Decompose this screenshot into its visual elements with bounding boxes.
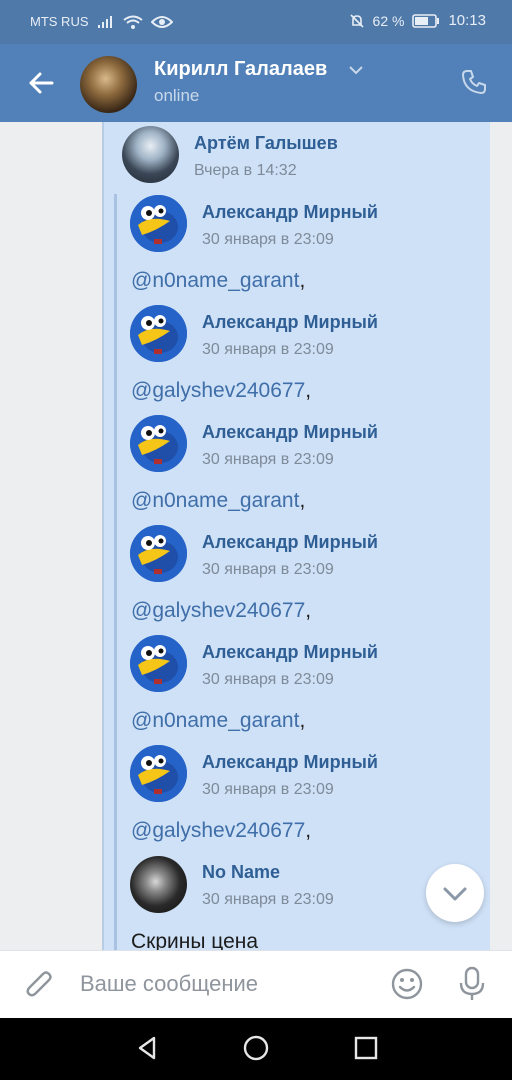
avatar[interactable] xyxy=(80,56,137,113)
message-text: @galyshev240677, xyxy=(131,599,312,622)
forward-line xyxy=(114,194,117,950)
chevron-down-icon[interactable] xyxy=(348,64,364,76)
chat-header: Кирилл Галалаев online xyxy=(0,44,512,122)
nav-home-icon[interactable] xyxy=(242,1034,270,1062)
author-name[interactable]: Артём Галышев xyxy=(194,133,338,154)
system-nav-bar xyxy=(0,1018,512,1080)
message-date: 30 января в 23:09 xyxy=(202,561,334,578)
scroll-down-button[interactable] xyxy=(426,864,484,922)
message-composer: Ваше сообщение xyxy=(0,950,512,1019)
message-date: 30 января в 23:09 xyxy=(202,781,334,798)
avatar[interactable] xyxy=(130,415,187,472)
message-bubble[interactable]: Артём Галышев Вчера в 14:32 Александр Ми… xyxy=(102,122,490,950)
microphone-icon[interactable] xyxy=(456,965,488,1003)
message-text: @n0name_garant, xyxy=(131,709,306,732)
mention-link[interactable]: @galyshev240677 xyxy=(131,379,305,402)
message-date: 30 января в 23:09 xyxy=(202,451,334,468)
avatar[interactable] xyxy=(130,305,187,362)
mention-link[interactable]: @n0name_garant xyxy=(131,709,299,732)
avatar[interactable] xyxy=(130,635,187,692)
message-text: @n0name_garant, xyxy=(131,489,306,512)
phone-icon[interactable] xyxy=(460,68,488,96)
bird-avatar-icon xyxy=(130,305,187,362)
back-arrow-icon[interactable] xyxy=(26,68,56,98)
mention-link[interactable]: @n0name_garant xyxy=(131,269,299,292)
clock: 10:13 xyxy=(448,12,486,29)
author-name[interactable]: Александр Мирный xyxy=(202,202,378,223)
mute-icon xyxy=(349,13,364,28)
author-name[interactable]: Александр Мирный xyxy=(202,422,378,443)
mention-link[interactable]: @n0name_garant xyxy=(131,489,299,512)
bird-avatar-icon xyxy=(130,745,187,802)
message-text: @n0name_garant, xyxy=(131,269,306,292)
author-name[interactable]: Александр Мирный xyxy=(202,312,378,333)
avatar[interactable] xyxy=(122,126,179,183)
paperclip-icon[interactable] xyxy=(24,969,56,1003)
avatar[interactable] xyxy=(130,525,187,582)
author-name[interactable]: Александр Мирный xyxy=(202,532,378,553)
message-date: 30 января в 23:09 xyxy=(202,671,334,688)
status-bar: MTS RUS 62 % 10:13 xyxy=(0,0,512,44)
chat-area[interactable]: Артём Галышев Вчера в 14:32 Александр Ми… xyxy=(0,122,512,950)
nav-recents-icon[interactable] xyxy=(352,1034,380,1062)
carrier-label: MTS RUS xyxy=(30,14,89,29)
avatar[interactable] xyxy=(130,195,187,252)
message-date: Вчера в 14:32 xyxy=(194,162,297,179)
mention-link[interactable]: @galyshev240677 xyxy=(131,819,305,842)
message-date: 30 января в 23:09 xyxy=(202,341,334,358)
battery-icon xyxy=(412,13,440,28)
author-name[interactable]: Александр Мирный xyxy=(202,642,378,663)
signal-icon xyxy=(97,15,112,28)
chevron-down-icon xyxy=(443,887,467,901)
message-date: 30 января в 23:09 xyxy=(202,891,334,908)
message-text: Скрины цена xyxy=(131,930,259,950)
bird-avatar-icon xyxy=(130,415,187,472)
message-text: @galyshev240677, xyxy=(131,819,312,842)
message-text: @galyshev240677, xyxy=(131,379,312,402)
contact-name[interactable]: Кирилл Галалаев xyxy=(154,58,327,81)
nav-back-icon[interactable] xyxy=(134,1034,162,1062)
author-name[interactable]: No Name xyxy=(202,862,280,883)
battery-percent: 62 % xyxy=(372,12,405,29)
bird-avatar-icon xyxy=(130,195,187,252)
contact-status: online xyxy=(154,86,200,105)
wifi-icon xyxy=(122,15,143,29)
avatar[interactable] xyxy=(130,856,187,913)
bird-avatar-icon xyxy=(130,635,187,692)
mention-link[interactable]: @galyshev240677 xyxy=(131,599,305,622)
bird-avatar-icon xyxy=(130,525,187,582)
author-name[interactable]: Александр Мирный xyxy=(202,752,378,773)
avatar[interactable] xyxy=(130,745,187,802)
message-input[interactable]: Ваше сообщение xyxy=(80,971,258,997)
message-date: 30 января в 23:09 xyxy=(202,231,334,248)
smile-icon[interactable] xyxy=(390,967,424,1001)
eye-icon xyxy=(150,15,173,28)
